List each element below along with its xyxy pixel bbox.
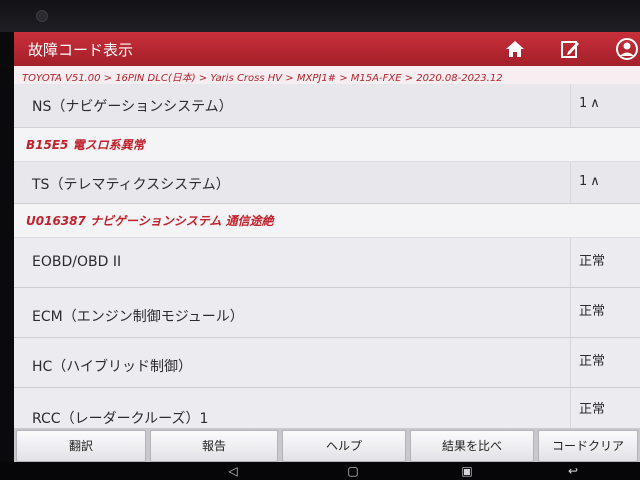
- dtc-row: B15E5 電スロ系異常: [14, 128, 640, 162]
- title-bar: 故障コード表示: [14, 32, 640, 66]
- system-row-hc[interactable]: HC（ハイブリッド制御） 正常: [14, 338, 640, 388]
- chevron-up-icon[interactable]: ∧: [590, 174, 600, 189]
- system-name: NS（ナビゲーションシステム）: [32, 99, 233, 115]
- fault-count-value: 1: [579, 96, 588, 111]
- chevron-up-icon[interactable]: ∧: [590, 96, 600, 111]
- home-icon[interactable]: [502, 36, 528, 62]
- camera-icon[interactable]: ▢: [346, 464, 360, 478]
- column-separator: [570, 84, 571, 127]
- system-row-eobd[interactable]: EOBD/OBD II 正常: [14, 238, 640, 288]
- system-status: 正常: [579, 402, 606, 417]
- system-name: TS（テレマティクスシステム）: [32, 177, 230, 193]
- page-title: 故障コード表示: [28, 41, 134, 59]
- system-name: EOBD/OBD II: [32, 254, 122, 270]
- system-name: HC（ハイブリッド制御）: [32, 359, 193, 375]
- system-status: 正常: [579, 304, 606, 319]
- report-button[interactable]: 報告: [150, 430, 278, 462]
- bottom-button-bar: 翻訳 報告 ヘルプ 結果を比べ コードクリア: [14, 428, 640, 462]
- system-status: 正常: [579, 354, 606, 369]
- column-separator: [570, 238, 571, 287]
- system-row-ts[interactable]: TS（テレマティクスシステム） 1 ∧: [14, 162, 640, 204]
- fault-count: 1 ∧: [579, 96, 600, 111]
- fault-count: 1 ∧: [579, 174, 600, 189]
- clear-codes-button[interactable]: コードクリア: [538, 430, 638, 462]
- system-status: 正常: [579, 254, 606, 269]
- fault-count-value: 1: [579, 174, 588, 189]
- help-button[interactable]: ヘルプ: [282, 430, 406, 462]
- translate-button[interactable]: 翻訳: [16, 430, 146, 462]
- column-separator: [570, 288, 571, 337]
- system-row-ns[interactable]: NS（ナビゲーションシステム） 1 ∧: [14, 84, 640, 128]
- back-icon[interactable]: ↩: [566, 464, 580, 478]
- volume-down-icon[interactable]: ◁: [226, 464, 240, 478]
- dtc-row: U016387 ナビゲーションシステム 通信途絶: [14, 204, 640, 238]
- dtc-code: B15E5 電スロ系異常: [26, 138, 145, 152]
- screenshot-icon[interactable]: ▣: [460, 464, 474, 478]
- screen: 故障コード表示 TOYOTA V51.00 > 16PIN DLC(日本) > …: [14, 32, 640, 462]
- compare-results-button[interactable]: 結果を比べ: [410, 430, 534, 462]
- column-separator: [570, 338, 571, 387]
- edit-icon[interactable]: [557, 36, 583, 62]
- device-bezel: [0, 0, 640, 32]
- android-nav-bar: ◁ ▢ ▣ ↩: [0, 462, 640, 480]
- camera-dot: [36, 10, 48, 22]
- system-row-ecm[interactable]: ECM（エンジン制御モジュール） 正常: [14, 288, 640, 338]
- system-name: RCC（レーダークルーズ）1: [32, 411, 209, 427]
- column-separator: [570, 162, 571, 203]
- system-name: ECM（エンジン制御モジュール）: [32, 309, 244, 325]
- user-icon[interactable]: [614, 36, 640, 62]
- dtc-code: U016387 ナビゲーションシステム 通信途絶: [26, 214, 274, 228]
- breadcrumb: TOYOTA V51.00 > 16PIN DLC(日本) > Yaris Cr…: [14, 66, 640, 84]
